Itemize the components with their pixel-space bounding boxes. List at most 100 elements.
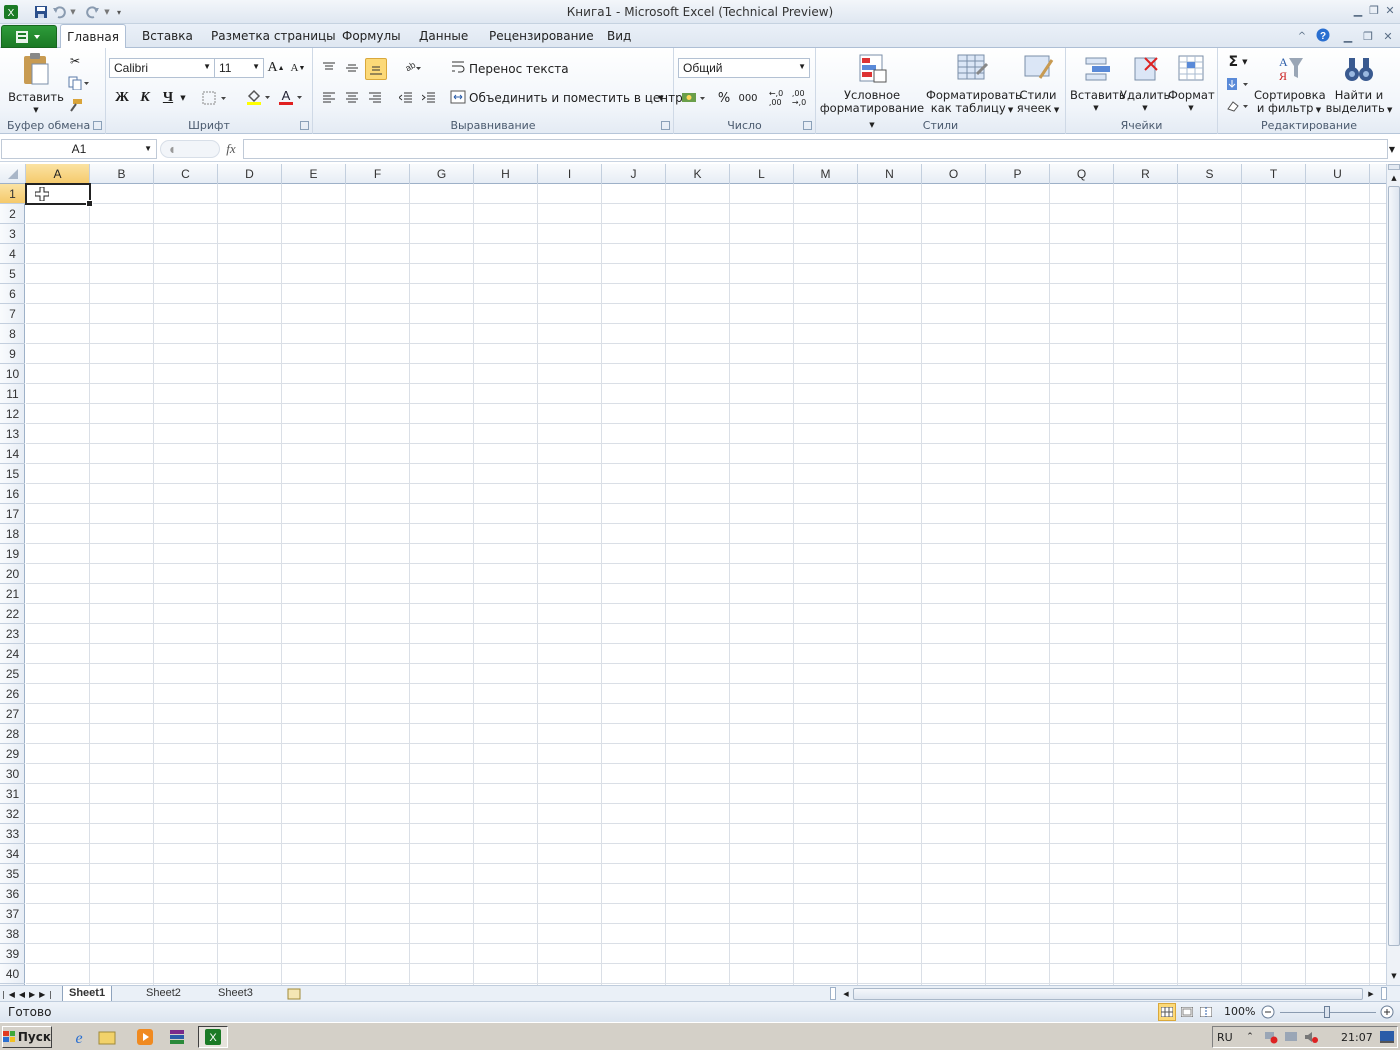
normal-view-icon[interactable] <box>1158 1003 1176 1021</box>
number-format-select[interactable]: Общий ▼ <box>678 58 810 78</box>
align-right-icon[interactable] <box>365 88 385 108</box>
column-header-a[interactable]: A <box>26 164 90 184</box>
media-player-icon[interactable] <box>134 1026 156 1048</box>
row-header-20[interactable]: 20 <box>0 564 25 584</box>
cell-styles-button[interactable]: Стили ячеек ▼ <box>1016 52 1060 117</box>
row-header-28[interactable]: 28 <box>0 724 25 744</box>
row-header-38[interactable]: 38 <box>0 924 25 944</box>
clipboard-dialog-launcher[interactable] <box>93 121 102 130</box>
align-middle-icon[interactable] <box>342 58 362 78</box>
shrink-font-button[interactable]: A ▼ <box>288 58 308 78</box>
scroll-up-icon[interactable]: ▲ <box>1388 172 1400 184</box>
file-menu-button[interactable] <box>1 25 57 48</box>
worksheet-grid[interactable]: ABCDEFGHIJKLMNOPQRSTU 1 2 3 4 5 6 7 8 9 10 11 12 13 1… <box>0 164 1386 985</box>
row-header-9[interactable]: 9 <box>0 344 25 364</box>
row-header-2[interactable]: 2 <box>0 204 25 224</box>
row-header-21[interactable]: 21 <box>0 584 25 604</box>
insert-cells-button[interactable]: Вставить ▼ <box>1070 52 1126 115</box>
page-break-view-icon[interactable] <box>1197 1003 1215 1021</box>
italic-button[interactable]: К <box>135 88 155 108</box>
column-header-b[interactable]: B <box>90 164 154 184</box>
align-bottom-icon[interactable] <box>365 58 387 80</box>
align-center-icon[interactable] <box>342 88 362 108</box>
row-header-10[interactable]: 10 <box>0 364 25 384</box>
column-header-d[interactable]: D <box>218 164 282 184</box>
font-name-select[interactable]: Calibri ▼ <box>109 58 215 78</box>
row-header-16[interactable]: 16 <box>0 484 25 504</box>
active-cell-a1[interactable] <box>25 183 93 207</box>
borders-button[interactable] <box>200 88 230 108</box>
row-header-36[interactable]: 36 <box>0 884 25 904</box>
row-header-37[interactable]: 37 <box>0 904 25 924</box>
split-box-horizontal[interactable] <box>1381 987 1387 1000</box>
sheet-tab-3[interactable]: Sheet3 <box>212 986 259 1002</box>
row-header-14[interactable]: 14 <box>0 444 25 464</box>
align-top-icon[interactable] <box>319 58 339 78</box>
show-desktop-icon[interactable] <box>1379 1029 1395 1045</box>
vertical-scrollbar[interactable]: ▲ ▼ <box>1386 164 1400 985</box>
close-workbook-icon[interactable]: ✕ <box>1380 29 1396 43</box>
page-layout-view-icon[interactable] <box>1178 1003 1196 1021</box>
decrease-decimal-icon[interactable]: ,00 →,0 <box>789 88 809 108</box>
row-header-7[interactable]: 7 <box>0 304 25 324</box>
tab-page-layout[interactable]: Разметка страницы <box>211 24 336 48</box>
row-header-23[interactable]: 23 <box>0 624 25 644</box>
tab-home[interactable]: Главная <box>60 24 126 49</box>
help-icon[interactable]: ? <box>1315 28 1331 42</box>
select-all-button[interactable] <box>0 164 26 184</box>
tab-data[interactable]: Данные <box>419 24 468 48</box>
volume-icon[interactable] <box>1303 1029 1319 1045</box>
vertical-scroll-thumb[interactable] <box>1388 186 1400 946</box>
percent-style-button[interactable]: % <box>714 88 734 108</box>
copy-icon[interactable] <box>66 75 92 91</box>
scroll-left-icon[interactable]: ◀ <box>840 987 852 1001</box>
minimize-ribbon-icon[interactable]: ^ <box>1294 29 1310 43</box>
close-window-icon[interactable]: ✕ <box>1382 3 1398 17</box>
wrap-text-button[interactable]: Перенос текста <box>469 62 569 76</box>
name-box[interactable]: A1 ▼ <box>1 139 157 159</box>
increase-decimal-icon[interactable]: ←,0,00 <box>766 88 786 108</box>
grow-font-button[interactable]: A ▲ <box>266 58 286 78</box>
format-as-table-button[interactable]: Форматировать как таблицу ▼ <box>926 52 1022 117</box>
column-header-c[interactable]: C <box>154 164 218 184</box>
column-header-i[interactable]: I <box>538 164 602 184</box>
scroll-down-icon[interactable]: ▼ <box>1388 970 1400 982</box>
row-header-34[interactable]: 34 <box>0 844 25 864</box>
insert-function-button[interactable]: fx <box>222 140 240 158</box>
column-header-h[interactable]: H <box>474 164 538 184</box>
column-header-t[interactable]: T <box>1242 164 1306 184</box>
row-header-13[interactable]: 13 <box>0 424 25 444</box>
row-header-30[interactable]: 30 <box>0 764 25 784</box>
row-header-33[interactable]: 33 <box>0 824 25 844</box>
scroll-right-icon[interactable]: ▶ <box>1365 987 1377 1001</box>
sheet-tab-1[interactable]: Sheet1 <box>62 986 113 1002</box>
row-header-1[interactable]: 1 <box>0 184 25 204</box>
sheet-navigation-icons[interactable]: |◀◀▶▶| <box>2 987 56 1001</box>
row-header-40[interactable]: 40 <box>0 964 25 984</box>
row-header-19[interactable]: 19 <box>0 544 25 564</box>
paste-button[interactable]: Вставить ▼ <box>6 52 66 117</box>
column-header-j[interactable]: J <box>602 164 666 184</box>
row-header-4[interactable]: 4 <box>0 244 25 264</box>
row-header-32[interactable]: 32 <box>0 804 25 824</box>
minimize-window-icon[interactable]: ▁ <box>1350 3 1366 17</box>
underline-dropdown-icon[interactable]: ▼ <box>178 88 188 108</box>
delete-cells-button[interactable]: Удалить ▼ <box>1120 52 1170 115</box>
restore-workbook-icon[interactable]: ❐ <box>1360 29 1376 43</box>
column-header-s[interactable]: S <box>1178 164 1242 184</box>
formula-bar-splitter[interactable]: ◖ <box>160 140 220 158</box>
align-left-icon[interactable] <box>319 88 339 108</box>
split-box[interactable] <box>1388 164 1400 170</box>
row-header-22[interactable]: 22 <box>0 604 25 624</box>
underline-button[interactable]: Ч <box>158 88 178 108</box>
find-select-button[interactable]: Найти и выделить ▼ <box>1324 52 1394 117</box>
taskbar-excel-button[interactable]: X <box>198 1026 228 1048</box>
row-header-17[interactable]: 17 <box>0 504 25 524</box>
row-header-8[interactable]: 8 <box>0 324 25 344</box>
sort-filter-button[interactable]: AЯ Сортировка и фильтр ▼ <box>1254 52 1326 117</box>
font-color-button[interactable]: A <box>276 86 306 108</box>
tab-insert[interactable]: Вставка <box>142 24 193 48</box>
minimize-workbook-icon[interactable]: ▁ <box>1340 29 1356 43</box>
row-header-18[interactable]: 18 <box>0 524 25 544</box>
row-header-25[interactable]: 25 <box>0 664 25 684</box>
